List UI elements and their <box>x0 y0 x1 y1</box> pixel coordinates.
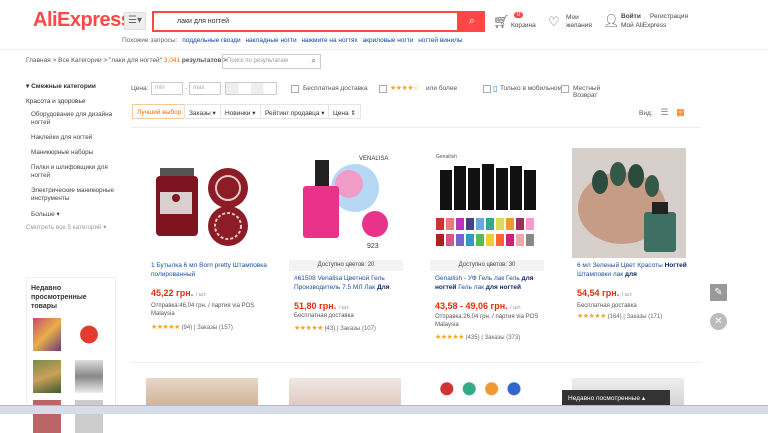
breadcrumb: Главная > Все Категории > "лаки для ногт… <box>26 57 228 64</box>
sidebar: ▾ Смежные категории Красота и здоровье О… <box>26 82 118 231</box>
cart-button[interactable]: 🛒︎ 0 Корзина <box>493 12 541 36</box>
grid-view-icon[interactable]: ▦ <box>676 107 685 117</box>
product-card[interactable]: VENALISA 923 Доступно цветов: 20 #61508 … <box>283 136 415 348</box>
cart-label: Корзина <box>511 22 536 29</box>
product-price: 45,22 грн. / шт. <box>151 288 207 298</box>
account-menu[interactable]: 👤︎ Войти Регистрация Мой AliExpress <box>603 11 693 35</box>
mobile-only-checkbox[interactable] <box>483 85 491 93</box>
product-title[interactable]: Genailish - УФ Гель лак Гель для ногтей … <box>435 275 553 292</box>
heart-icon: ♡ <box>548 14 560 29</box>
sidebar-heading: ▾ Смежные категории <box>26 83 96 90</box>
header: AliExpress ☰▾ лаки для ногтей ⌕ Похожие … <box>0 0 768 50</box>
price-range-graph[interactable] <box>225 82 277 95</box>
sidebar-item[interactable]: Маникюрные наборы <box>31 149 118 157</box>
mobile-icon: ▯ <box>493 84 498 93</box>
edit-icon[interactable]: ✎ <box>710 284 727 301</box>
product-price: 54,54 грн. / шт. <box>577 288 633 298</box>
search-input[interactable]: лаки для ногтей <box>152 11 459 32</box>
product-title[interactable]: #61508 Venalisa Цветной Гель Производите… <box>294 275 412 292</box>
cart-count-badge: 0 <box>514 12 524 18</box>
colors-available: Доступно цветов: 20 <box>289 260 403 271</box>
my-aliexpress-link[interactable]: Мой AliExpress <box>621 22 666 30</box>
recent-thumb[interactable] <box>75 318 103 351</box>
sidebar-more[interactable]: Больше ▾ <box>31 210 118 218</box>
recent-thumb[interactable] <box>33 360 61 393</box>
product-image[interactable]: VENALISA 923 <box>289 148 403 258</box>
sidebar-item[interactable]: Электрические маникюрные инструменты <box>31 187 118 203</box>
sidebar-item[interactable]: Пилки и шлифовщики для ногтей <box>31 164 118 180</box>
product-title[interactable]: 6 мл Зеленый Цвет Красоты Ногтей Штампов… <box>577 262 695 279</box>
wishlist-button[interactable]: ♡ Мои желания <box>548 12 598 36</box>
sort-newest[interactable]: Новинки ▾ <box>220 104 261 119</box>
svg-text:923: 923 <box>367 243 379 250</box>
recently-viewed-title: Недавно просмотренные товары <box>31 285 87 310</box>
divider <box>131 127 701 128</box>
logo[interactable]: AliExpress <box>33 9 132 32</box>
menu-icon[interactable]: ☰▾ <box>124 12 146 30</box>
sort-price[interactable]: Цена ⇕ <box>328 104 361 119</box>
free-shipping-checkbox[interactable] <box>291 85 299 93</box>
sidebar-category[interactable]: Красота и здоровье <box>26 98 118 105</box>
rating-checkbox[interactable] <box>379 85 387 93</box>
recent-thumb[interactable] <box>75 360 103 393</box>
product-price: 51,80 грн. / шт. <box>294 301 350 311</box>
product-card[interactable]: Genailish Доступно цветов: 30 Genailish … <box>424 136 556 348</box>
sidebar-all-categories[interactable]: Смотреть все 5 категорий ▾ <box>26 224 118 231</box>
product-title[interactable]: 1 Бутылка 6 мл Born pretty Штамповка пол… <box>151 262 269 279</box>
rating: ★★★★★ (164) | Заказы (171) <box>577 313 663 320</box>
cart-icon: 🛒︎ <box>493 14 510 29</box>
related-link[interactable]: нажмите на ногтях <box>301 37 357 44</box>
product-card[interactable]: 1 Бутылка 6 мл Born pretty Штамповка пол… <box>140 136 272 348</box>
list-view-icon[interactable]: ☰ <box>660 107 668 117</box>
user-icon: 👤︎ <box>603 13 620 28</box>
related-link[interactable]: ногтей винилы <box>418 37 462 44</box>
rating: ★★★★★ (94) | Заказы (157) <box>151 324 233 331</box>
rating: ★★★★★ (435) | Заказы (373) <box>435 334 521 341</box>
divider <box>131 362 701 363</box>
shipping-info: Бесплатная доставка <box>577 303 637 309</box>
product-image[interactable] <box>146 148 260 258</box>
search-within-input[interactable]: Поиск по результатам ⌕ <box>222 54 321 69</box>
shipping-info: Отправка:26,04 грн. / партия via POS Mal… <box>435 314 539 328</box>
sidebar-item[interactable]: Оборудование для дизайна ногтей <box>31 111 118 127</box>
sort-best-match[interactable]: Лучший выбор <box>132 104 187 119</box>
local-return-checkbox[interactable] <box>561 85 569 93</box>
svg-text:VENALISA: VENALISA <box>359 156 388 162</box>
product-price: 43,58 - 49,06 грн. / шт. <box>435 301 522 311</box>
filter-bar: Цена: min - max Бесплатная доставка ★★★★… <box>131 82 601 99</box>
sort-seller-rating[interactable]: Рейтинг продавца ▾ <box>260 104 330 119</box>
product-image[interactable]: Genailish <box>430 148 544 258</box>
search-icon: ⌕ <box>468 15 476 27</box>
svg-text:Genailish: Genailish <box>436 154 457 160</box>
login-link[interactable]: Войти <box>621 13 641 21</box>
sort-orders[interactable]: Заказы ▾ <box>184 104 221 119</box>
recently-viewed-bar[interactable]: Недавно посмотренные ▴ <box>562 390 670 405</box>
rating: ★★★★★ (43) | Заказы (107) <box>294 325 376 332</box>
related-link[interactable]: поддельные гвозди <box>182 37 240 44</box>
product-image[interactable] <box>572 148 686 258</box>
recent-thumb[interactable] <box>33 318 61 351</box>
register-link[interactable]: Регистрация <box>650 13 688 21</box>
search-icon[interactable]: ⌕ <box>312 56 316 66</box>
related-link[interactable]: акриловые ногти <box>363 37 414 44</box>
shipping-info: Бесплатная доставка <box>294 313 354 319</box>
recently-viewed-panel: Недавно просмотренные товары <box>26 277 116 433</box>
colors-available: Доступно цветов: 30 <box>430 260 544 271</box>
shipping-info: Отправка:46,04 грн. / партия via POS Mal… <box>151 303 255 317</box>
search-button[interactable]: ⌕ <box>459 11 485 32</box>
price-max-input[interactable]: max <box>189 82 221 95</box>
rating-stars: ★★★★☆ <box>390 85 419 92</box>
product-card[interactable]: 6 мл Зеленый Цвет Красоты Ногтей Штампов… <box>566 136 698 348</box>
sidebar-item[interactable]: Наклейки для ногтей <box>31 134 118 142</box>
related-link[interactable]: накладные ногти <box>245 37 296 44</box>
close-icon[interactable]: ✕ <box>710 313 727 330</box>
price-min-input[interactable]: min <box>151 82 183 95</box>
taskbar <box>0 405 768 414</box>
related-searches: Похожие запросы: поддельные гвозди накла… <box>122 37 463 44</box>
view-toggle: Вид: ☰ ▦ <box>639 107 685 117</box>
